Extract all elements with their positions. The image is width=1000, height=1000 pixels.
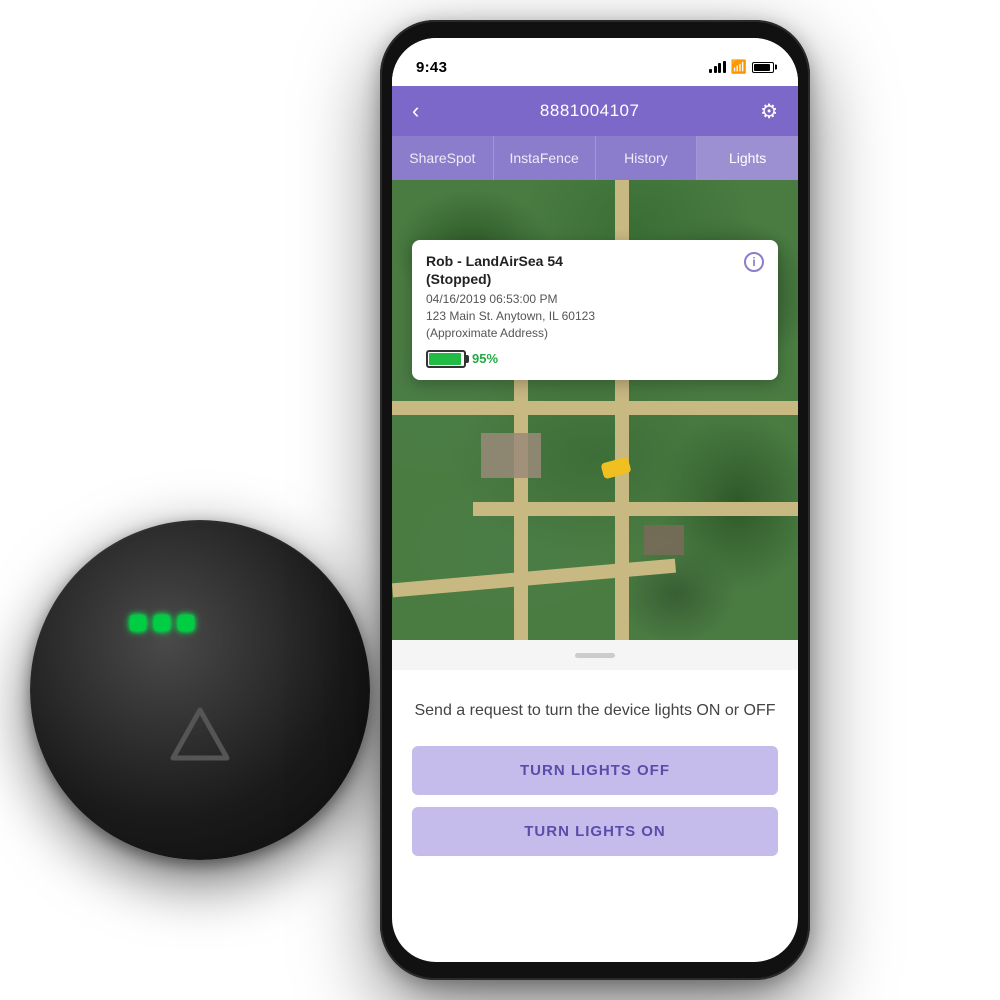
nav-bar: ‹ 8881004107 ⚙ xyxy=(392,86,798,136)
popup-address: 123 Main St. Anytown, IL 60123 (Approxim… xyxy=(426,308,764,342)
phone-frame: 9:43 📶 ‹ 8881004107 ⚙ xyxy=(380,20,810,980)
battery-display-fill xyxy=(429,353,461,365)
battery-percentage: 95% xyxy=(472,351,498,366)
tracker-device xyxy=(30,520,370,860)
scroll-pill xyxy=(575,653,615,658)
turn-lights-on-button[interactable]: TURN LIGHTS ON xyxy=(412,807,778,856)
popup-device-name: Rob - LandAirSea 54 xyxy=(426,252,563,270)
wifi-icon: 📶 xyxy=(731,59,747,75)
battery-status-icon xyxy=(752,62,774,73)
tab-bar: ShareSpot InstaFence History Lights xyxy=(392,136,798,180)
status-icons: 📶 xyxy=(709,59,774,75)
tab-sharespot[interactable]: ShareSpot xyxy=(392,136,494,180)
signal-bars-icon xyxy=(709,61,726,73)
status-time: 9:43 xyxy=(416,59,447,76)
popup-date: 04/16/2019 06:53:00 PM xyxy=(426,292,764,306)
road-horizontal-2 xyxy=(473,502,798,516)
tracker-lights xyxy=(130,615,194,631)
road-horizontal-1 xyxy=(392,401,798,415)
settings-icon[interactable]: ⚙ xyxy=(760,99,778,124)
tab-history[interactable]: History xyxy=(596,136,698,180)
back-button[interactable]: ‹ xyxy=(412,98,419,124)
status-bar: 9:43 📶 xyxy=(392,38,798,86)
tracker-logo xyxy=(165,700,235,770)
tracker-light-2 xyxy=(154,615,170,631)
scroll-indicator xyxy=(392,640,798,670)
battery-row: 95% xyxy=(426,350,764,368)
lights-panel: Send a request to turn the device lights… xyxy=(392,670,798,888)
building-3 xyxy=(481,433,541,478)
tracker-light-1 xyxy=(130,615,146,631)
popup-info-button[interactable]: i xyxy=(744,252,764,272)
building-4 xyxy=(644,525,684,555)
popup-header: Rob - LandAirSea 54 (Stopped) i xyxy=(426,252,764,288)
map-area[interactable]: Rob - LandAirSea 54 (Stopped) i 04/16/20… xyxy=(392,180,798,640)
lights-description: Send a request to turn the device lights… xyxy=(412,700,778,722)
tab-lights[interactable]: Lights xyxy=(697,136,798,180)
turn-lights-off-button[interactable]: TURN LIGHTS OFF xyxy=(412,746,778,795)
popup-status: (Stopped) xyxy=(426,270,563,288)
phone-screen: 9:43 📶 ‹ 8881004107 ⚙ xyxy=(392,38,798,962)
nav-title: 8881004107 xyxy=(540,101,640,121)
location-popup: Rob - LandAirSea 54 (Stopped) i 04/16/20… xyxy=(412,240,778,380)
tab-instafence[interactable]: InstaFence xyxy=(494,136,596,180)
tracker-light-3 xyxy=(178,615,194,631)
popup-title-block: Rob - LandAirSea 54 (Stopped) xyxy=(426,252,563,288)
popup-battery-icon xyxy=(426,350,466,368)
